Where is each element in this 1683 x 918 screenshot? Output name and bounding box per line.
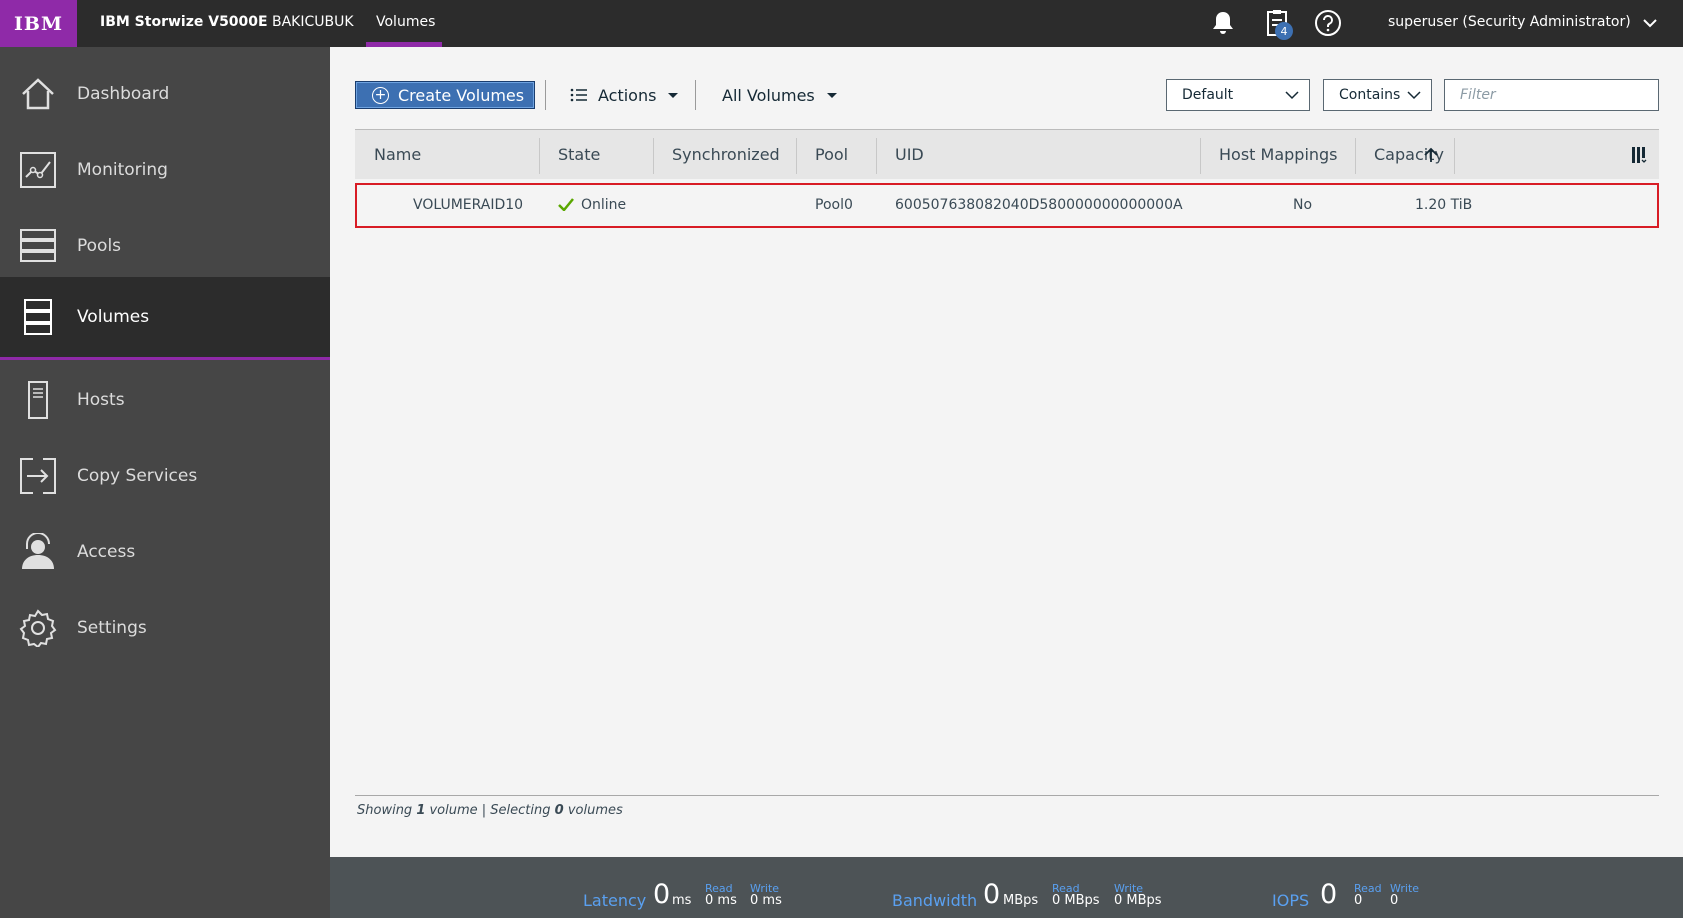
monitoring-icon [18, 150, 58, 190]
footer-showing-prefix: Showing [357, 803, 417, 818]
cell-host-mappings: No [1293, 197, 1313, 213]
bandwidth-read-value: 0 MBps [1052, 893, 1100, 908]
sidebar-item-monitoring[interactable]: Monitoring [0, 132, 330, 208]
sidebar-item-label: Hosts [77, 390, 125, 410]
filter-input[interactable] [1444, 79, 1659, 111]
iops-read-value: 0 [1354, 893, 1363, 908]
caret-down-icon [668, 92, 679, 98]
sidebar-item-label: Dashboard [77, 84, 170, 104]
view-filter-label: All Volumes [722, 85, 815, 105]
sidebar-item-access[interactable]: Access [0, 514, 330, 590]
volumes-icon [18, 297, 58, 337]
latency-read-value: 0 ms [705, 893, 737, 908]
user-menu[interactable]: superuser (Security Administrator) [1388, 0, 1631, 47]
bandwidth-label: Bandwidth [892, 891, 978, 910]
caret-down-icon [826, 92, 837, 98]
cell-capacity: 1.20 TiB [1415, 197, 1473, 213]
latency-write-value: 0 ms [750, 893, 782, 908]
toolbar-divider [695, 80, 696, 110]
actions-label: Actions [598, 85, 657, 105]
help-icon[interactable] [1313, 8, 1343, 38]
column-header-state[interactable]: State [539, 130, 600, 180]
gear-icon [18, 608, 58, 648]
sidebar-item-label: Monitoring [77, 160, 168, 180]
iops-value: 0 [1320, 879, 1338, 910]
sidebar-item-volumes[interactable]: Volumes [0, 277, 330, 360]
column-header-synchronized[interactable]: Synchronized [653, 130, 780, 180]
pools-icon [18, 226, 58, 266]
sidebar-item-hosts[interactable]: Hosts [0, 362, 330, 438]
home-icon [18, 74, 58, 114]
column-header-pool[interactable]: Pool [796, 130, 848, 180]
main-content: + Create Volumes Actions All Volumes Def… [330, 47, 1683, 857]
column-header-host-mappings[interactable]: Host Mappings [1200, 130, 1338, 180]
cell-pool: Pool0 [815, 197, 853, 213]
cell-state: Online [581, 197, 627, 213]
plus-circle-icon: + [372, 86, 389, 104]
latency-label: Latency [583, 891, 647, 910]
sidebar-item-settings[interactable]: Settings [0, 590, 330, 666]
footer-showing-mid: volume | Selecting [425, 803, 555, 818]
filter-scope-select[interactable]: Default [1166, 79, 1310, 111]
checkmark-icon [558, 198, 574, 211]
chevron-down-icon [1407, 91, 1421, 100]
sidebar-item-pools[interactable]: Pools [0, 208, 330, 284]
bandwidth-write-value: 0 MBps [1114, 893, 1162, 908]
sidebar-item-label: Copy Services [77, 466, 198, 486]
table-bottom-border [355, 795, 1659, 796]
iops-write-value: 0 [1390, 893, 1399, 908]
filter-scope-value: Default [1182, 87, 1234, 103]
chevron-down-icon [1285, 91, 1299, 100]
system-name[interactable]: BAKICUBUK [272, 0, 354, 47]
sidebar-item-label: Pools [77, 236, 122, 256]
create-volumes-label: Create Volumes [398, 85, 525, 105]
table-row[interactable]: VOLUMERAID10 Online Pool0 60050763808204… [355, 183, 1659, 228]
filter-mode-select[interactable]: Contains [1323, 79, 1432, 111]
latency-unit: ms [672, 893, 692, 908]
iops-label: IOPS [1272, 891, 1310, 910]
view-filter-menu[interactable]: All Volumes [722, 81, 837, 109]
footer-showing-count: 1 [416, 803, 426, 818]
footer-selecting-suffix: volumes [563, 803, 623, 818]
latency-value: 0 [653, 879, 671, 910]
bell-icon[interactable] [1208, 8, 1238, 38]
chevron-down-icon[interactable] [1635, 8, 1665, 38]
actions-menu-button[interactable]: Actions [570, 81, 679, 109]
filter-mode-value: Contains [1339, 87, 1401, 103]
sidebar-item-copy-services[interactable]: Copy Services [0, 438, 330, 514]
create-volumes-button[interactable]: + Create Volumes [355, 81, 535, 109]
sidebar-item-dashboard[interactable]: Dashboard [0, 56, 330, 132]
bandwidth-value: 0 [983, 879, 1001, 910]
access-icon [18, 532, 58, 572]
toolbar-divider [545, 80, 546, 110]
cell-uid: 600507638082040D580000000000000A [895, 197, 1183, 213]
sidebar: Dashboard Monitoring Pools Volumes Hosts… [0, 47, 330, 918]
current-page-title[interactable]: Volumes [376, 0, 435, 47]
top-bar: IBM IBM Storwize V5000E BAKICUBUK Volume… [0, 0, 1683, 47]
column-chooser-icon[interactable] [1631, 146, 1649, 164]
sort-ascending-icon[interactable] [1424, 147, 1438, 163]
sidebar-item-label: Access [77, 542, 136, 562]
list-icon [570, 88, 587, 102]
performance-bar[interactable]: Latency 0 ms Read 0 ms Write 0 ms Bandwi… [330, 857, 1683, 918]
column-header-name[interactable]: Name [355, 130, 421, 180]
copy-services-icon [18, 456, 58, 496]
cell-name: VOLUMERAID10 [413, 197, 524, 213]
hosts-icon [18, 380, 58, 420]
footer-selecting-count: 0 [554, 803, 564, 818]
sidebar-item-label: Settings [77, 618, 147, 638]
bandwidth-unit: MBps [1003, 893, 1039, 908]
table-header: Name State Synchronized Pool UID Host Ma… [355, 129, 1659, 179]
sidebar-item-label: Volumes [77, 307, 150, 327]
column-header-uid[interactable]: UID [876, 130, 924, 180]
table-status-text: Showing 1 volume | Selecting 0 volumes [357, 803, 623, 818]
ibm-logo[interactable]: IBM [0, 0, 77, 47]
product-name: IBM Storwize V5000E [100, 14, 268, 30]
tasks-count-badge: 4 [1275, 22, 1293, 40]
column-divider[interactable] [1454, 138, 1455, 174]
